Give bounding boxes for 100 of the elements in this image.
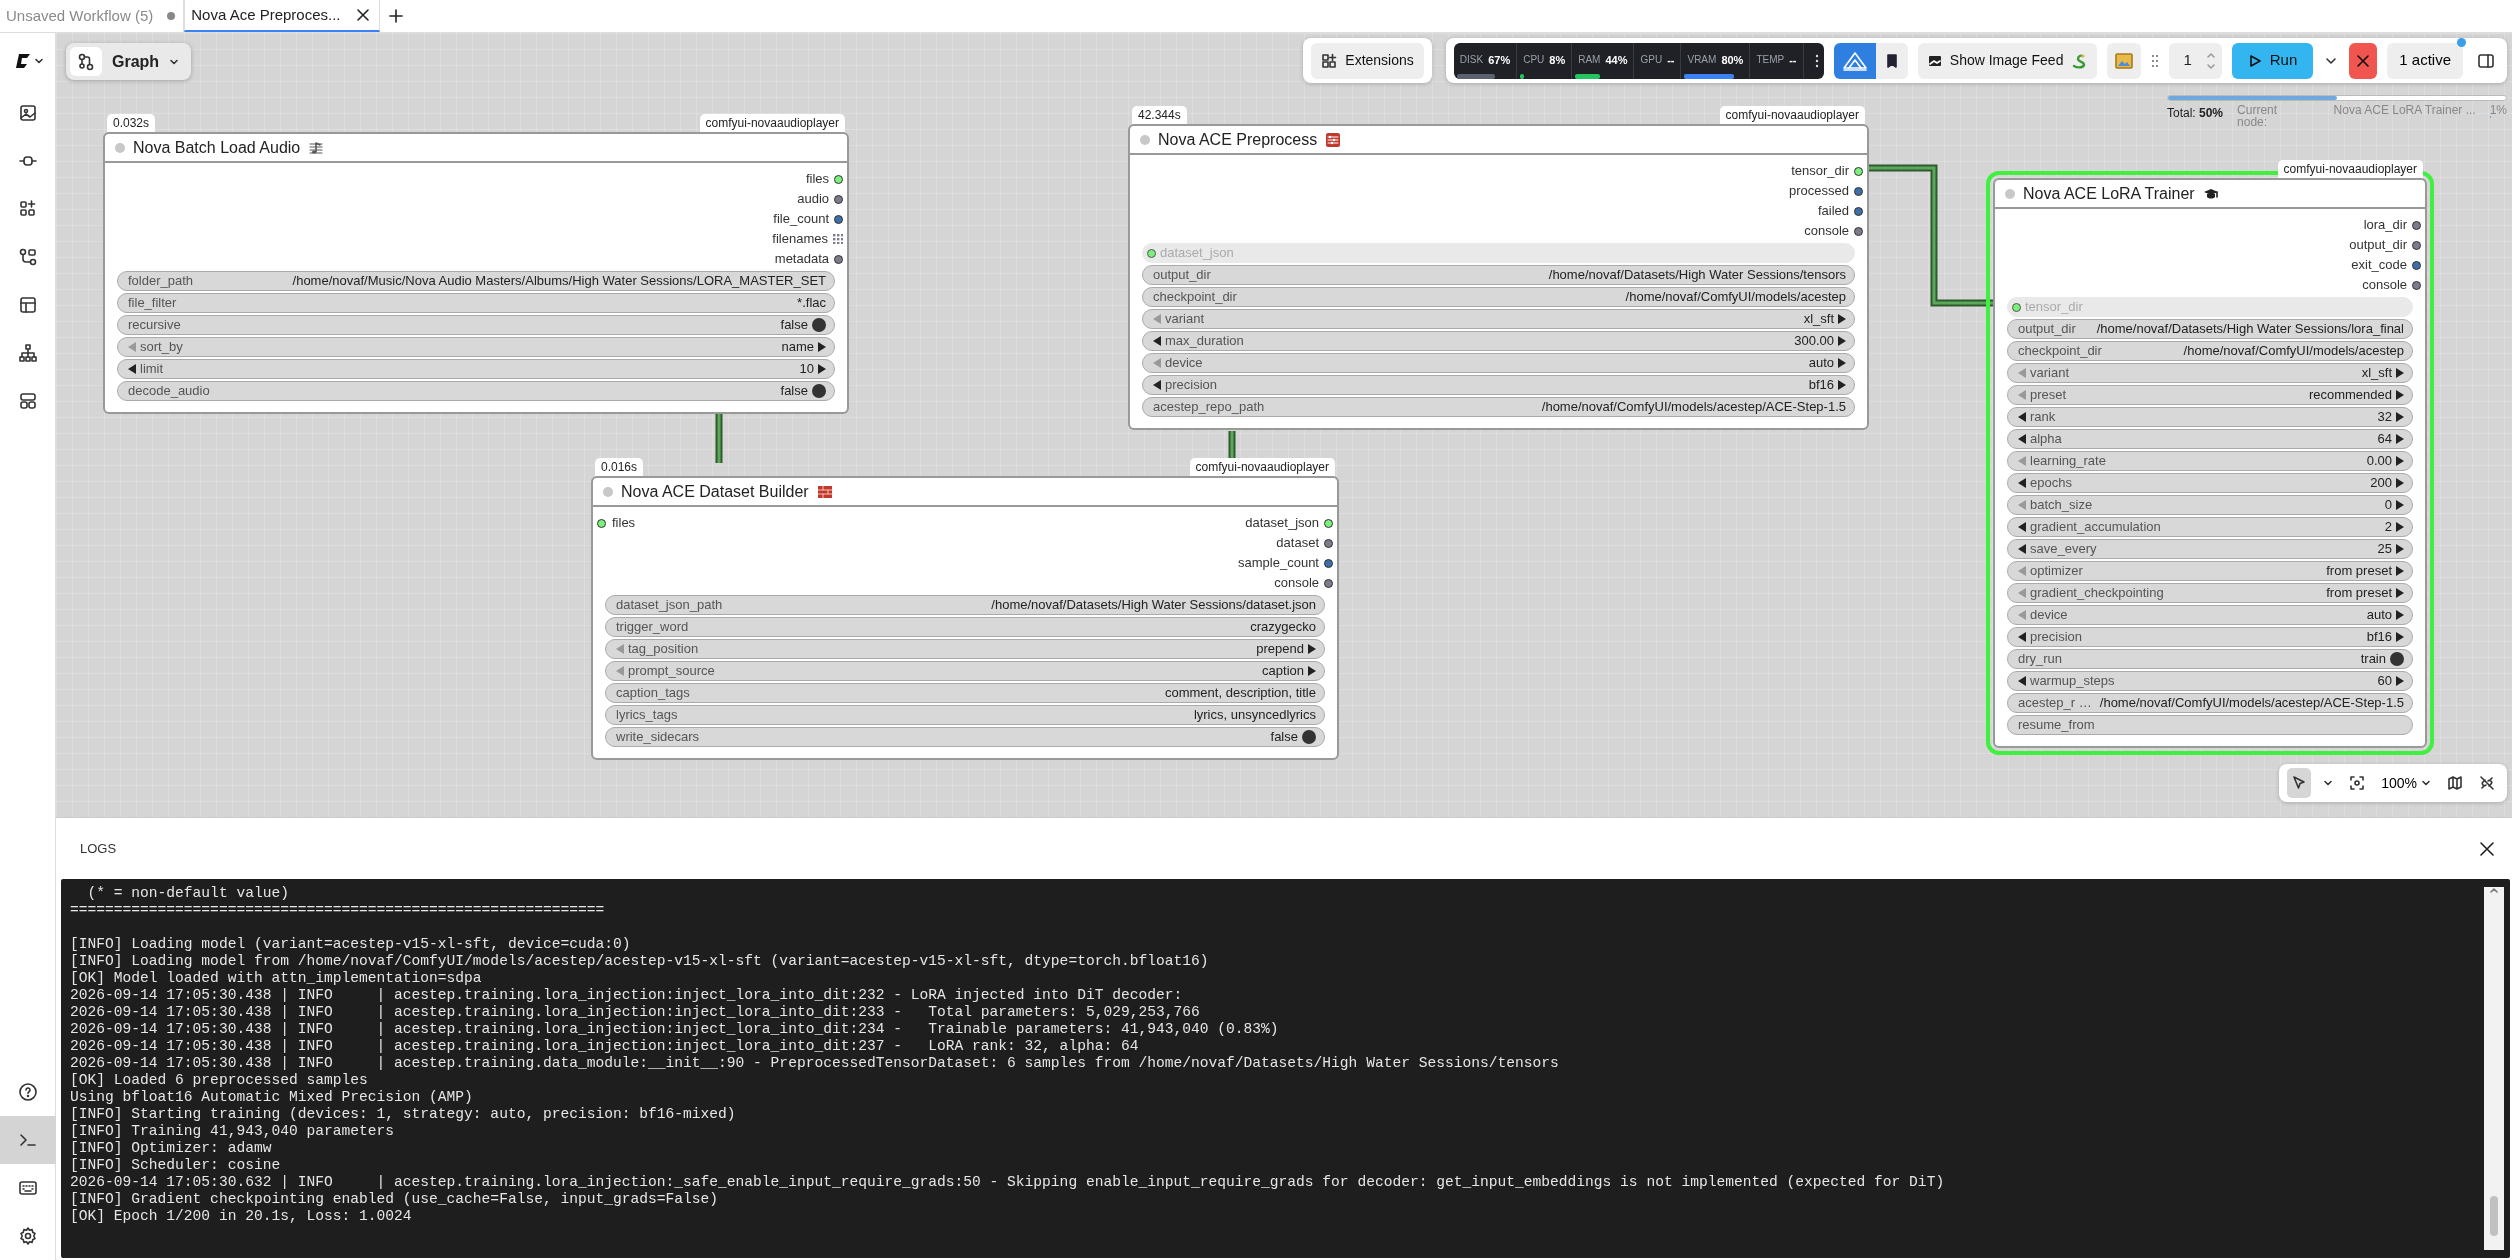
chevron-down-icon — [2421, 778, 2431, 788]
bookmark-button[interactable] — [1875, 42, 1908, 79]
widget-field[interactable]: epochs 200 — [2007, 473, 2413, 493]
output-dot[interactable] — [834, 194, 843, 204]
run-button[interactable]: Run — [2231, 42, 2314, 79]
toggle-knob-icon[interactable] — [812, 384, 826, 398]
layout-icon — [18, 391, 38, 411]
widget-field[interactable]: precision bf16 — [2007, 627, 2413, 647]
widget-field[interactable]: decode_audio false — [117, 381, 835, 401]
widget-field[interactable]: resume_from — [2007, 715, 2413, 735]
monitor-reading: GPU -- — [1639, 52, 1676, 68]
widget-field[interactable]: save_every 25 — [2007, 539, 2413, 559]
widget-field[interactable]: write_sidecars false — [605, 727, 1325, 747]
gallery-button[interactable] — [2107, 42, 2142, 79]
chevron-down-icon — [2323, 778, 2334, 788]
widget-field[interactable]: trigger_word crazygecko — [605, 617, 1325, 637]
widget-field[interactable]: gradient_accumulation 2 — [2007, 517, 2413, 537]
graph-button[interactable]: Graph — [66, 43, 192, 80]
widget-field[interactable]: preset recommended — [2007, 385, 2413, 405]
widget-field[interactable]: sort_by name — [117, 337, 835, 357]
widget-field[interactable]: dataset_json_path /home/novaf/Datasets/High Water Sessions/dataset.json — [605, 595, 1325, 615]
widget-field[interactable]: device auto — [1142, 353, 1855, 373]
widget-field[interactable]: limit 10 — [117, 359, 835, 379]
output-dot[interactable] — [2412, 240, 2421, 250]
widget-field[interactable]: acestep_r … /home/novaf/ComfyUI/models/acestep/ACE-Step-1.5 — [2007, 693, 2413, 713]
node-title: Nova ACE Dataset Builder — [621, 481, 809, 502]
widget-field[interactable]: recursive false — [117, 315, 835, 335]
widget-field[interactable]: folder_path /home/novaf/Music/Nova Audio Masters/Albums/High Water Sessions/LORA_MASTER_SET — [117, 271, 835, 291]
log-line: 2026-09-14 17:05:30.438 | INFO | acestep.training.lora_injection:inject_lora_into_dit:232 - LoRA injected into DiT decoder: — [70, 987, 1184, 1004]
output-dot[interactable] — [2412, 280, 2421, 290]
input-dot[interactable] — [2012, 302, 2021, 312]
widget-field[interactable]: variant xl_sft — [2007, 363, 2413, 383]
keyboard-icon — [18, 1178, 38, 1198]
extensions-button[interactable]: Extensions — [1311, 42, 1424, 79]
input-label: files — [612, 514, 636, 533]
map-icon — [2447, 775, 2463, 791]
log-line: 2026-09-14 17:05:30.438 | INFO | acestep.training.lora_injection:inject_lora_into_dit:233 - Total parameters: 5,029,253,766 — [70, 1004, 1201, 1021]
output-dot[interactable] — [834, 214, 843, 224]
toggle-knob-icon[interactable] — [1302, 730, 1316, 744]
widget-field[interactable]: learning_rate 0.00 — [2007, 451, 2413, 471]
widget-field[interactable]: checkpoint_dir /home/novaf/ComfyUI/models/acestep — [2007, 341, 2413, 361]
log-line: [INFO] Loading model from /home/novaf/ComfyUI/models/acestep/acestep-v15-xl-sft (variant=acestep-v15-xl-sft, dtype=torch.bfloat16) — [70, 953, 1210, 970]
total-progress: Total: 50% — [2167, 105, 2224, 122]
image-icon — [1927, 53, 1942, 68]
output-dot[interactable] — [1854, 206, 1863, 216]
log-line: 2026-09-14 17:05:30.438 | INFO | acestep.training.lora_injection:inject_lora_into_dit:237 - LoRA rank: 32, alpha: 64 — [70, 1038, 1140, 1055]
widget-field[interactable]: checkpoint_dir /home/novaf/ComfyUI/models/acestep — [1142, 287, 1855, 307]
extensions-icon — [1321, 52, 1338, 69]
output-dot[interactable] — [834, 174, 843, 184]
widget-field[interactable]: gradient_checkpointing from preset — [2007, 583, 2413, 603]
widget-field[interactable]: tag_position prepend — [605, 639, 1325, 659]
widget-field[interactable]: max_duration 300.00 — [1142, 331, 1855, 351]
widget-field[interactable]: output_dir /home/novaf/Datasets/High Water Sessions/tensors — [1142, 265, 1855, 285]
input-dot[interactable] — [597, 518, 606, 528]
input-dot[interactable] — [1147, 248, 1156, 258]
widget-field[interactable]: file_filter *.flac — [117, 293, 835, 313]
output-dot[interactable] — [1854, 226, 1863, 236]
widget-field[interactable]: batch_size 0 — [2007, 495, 2413, 515]
output-label: metadata — [774, 250, 829, 269]
hierarchy-icon — [18, 343, 38, 363]
widget-field[interactable]: rank 32 — [2007, 407, 2413, 427]
widget-field[interactable]: caption_tags comment, description, title — [605, 683, 1325, 703]
select-tool-button[interactable] — [2287, 768, 2312, 798]
output-dot[interactable] — [1324, 538, 1333, 548]
output-dot[interactable] — [1854, 186, 1863, 196]
output-dot[interactable] — [1324, 558, 1333, 568]
output-dot[interactable] — [1324, 518, 1333, 528]
zoom-button[interactable]: 100% — [2377, 768, 2435, 798]
output-dot[interactable] — [1854, 166, 1863, 176]
cancel-button[interactable] — [2349, 42, 2378, 79]
scroll-up-icon — [2490, 887, 2498, 893]
bookmark-icon — [1885, 53, 1898, 68]
tab[interactable]: Unsaved Workflow (5) — [0, 0, 185, 32]
widget-field[interactable]: variant xl_sft — [1142, 309, 1855, 329]
widget-field[interactable]: optimizer from preset — [2007, 561, 2413, 581]
show-image-feed-button[interactable]: Show Image Feed — [1917, 42, 2098, 79]
output-dot[interactable] — [2412, 220, 2421, 230]
output-label: output_dir — [2349, 236, 2407, 255]
widget-field[interactable]: acestep_repo_path /home/novaf/ComfyUI/models/acestep/ACE-Step-1.5 — [1142, 397, 1855, 417]
widget-field[interactable]: alpha 64 — [2007, 429, 2413, 449]
scroll-thumb[interactable] — [2490, 1196, 2498, 1236]
queue-count-field[interactable]: 1 — [2169, 42, 2222, 79]
toggle-knob-icon[interactable] — [2390, 652, 2404, 666]
widget-field[interactable]: device auto — [2007, 605, 2413, 625]
widget-field[interactable]: dry_run train — [2007, 649, 2413, 669]
log-line: [INFO] Loading model (variant=acestep-v15-xl-sft, device=cuda:0) — [70, 936, 632, 953]
output-dot[interactable] — [2412, 260, 2421, 270]
app-logo-button[interactable] — [1833, 42, 1876, 79]
widget-field[interactable]: precision bf16 — [1142, 375, 1855, 395]
widget-field[interactable]: output_dir /home/novaf/Datasets/High Water Sessions/lora_final — [2007, 319, 2413, 339]
output-label: lora_dir — [2363, 216, 2407, 235]
log-line: [INFO] Scheduler: cosine — [70, 1157, 282, 1174]
help-icon — [18, 1082, 38, 1102]
widget-field[interactable]: lyrics_tags lyrics, unsyncedlyrics — [605, 705, 1325, 725]
output-dot[interactable] — [834, 254, 843, 264]
toggle-knob-icon[interactable] — [812, 318, 826, 332]
output-label: files — [805, 170, 829, 189]
widget-field[interactable]: warmup_steps 60 — [2007, 671, 2413, 691]
widget-field[interactable]: prompt_source caption — [605, 661, 1325, 681]
output-dot[interactable] — [1324, 578, 1333, 588]
